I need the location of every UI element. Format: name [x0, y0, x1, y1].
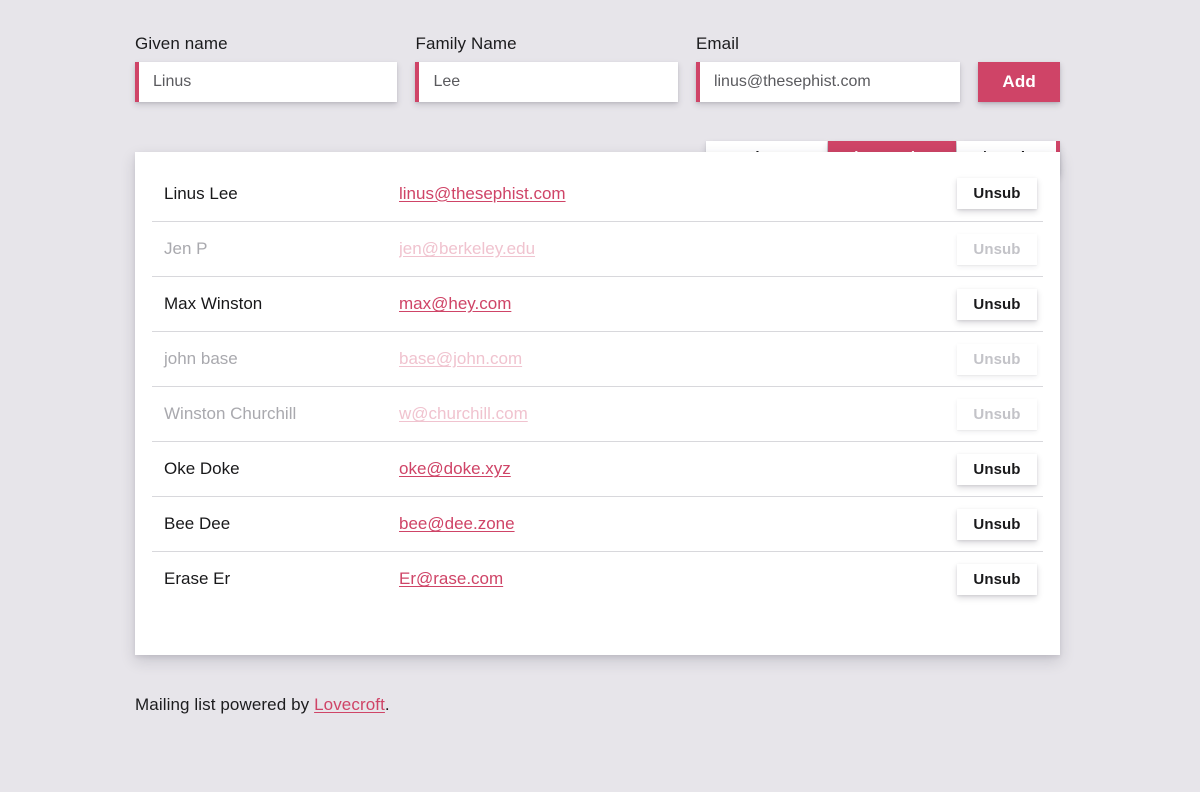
subscriber-email[interactable]: max@hey.com: [399, 294, 957, 314]
subscriber-name: john base: [164, 349, 238, 368]
subscriber-name: Jen P: [164, 239, 208, 258]
table-row: john base base@john.com Unsub: [152, 331, 1043, 386]
subscriber-name: Bee Dee: [164, 514, 231, 533]
lovecroft-link[interactable]: Lovecroft: [314, 695, 385, 714]
unsub-button[interactable]: Unsub: [957, 288, 1037, 320]
add-button[interactable]: Add: [978, 62, 1060, 102]
table-row: Jen P jen@berkeley.edu Unsub: [152, 221, 1043, 276]
unsub-button[interactable]: Unsub: [957, 233, 1037, 265]
subscriber-name: Erase Er: [164, 569, 231, 588]
given-name-label: Given name: [135, 34, 228, 53]
table-row: Linus Lee linus@thesephist.com Unsub: [152, 166, 1043, 221]
footer-prefix: Mailing list powered by: [135, 695, 315, 714]
given-name-field-group: Given name: [135, 34, 398, 102]
given-name-input-wrap[interactable]: [135, 62, 398, 102]
subscriber-email[interactable]: linus@thesephist.com: [399, 184, 957, 204]
add-subscriber-form: Given name Family Name Email Add: [135, 34, 1060, 102]
family-name-field-group: Family Name: [415, 34, 678, 102]
footer-suffix: .: [384, 695, 390, 714]
app-root: Given name Family Name Email Add ← Direc…: [0, 0, 1200, 792]
subscriber-name: Winston Churchill: [164, 404, 297, 423]
table-row: Oke Doke oke@doke.xyz Unsub: [152, 441, 1043, 496]
subscriber-list-card: Linus Lee linus@thesephist.com Unsub Jen…: [135, 152, 1060, 655]
table-row: Winston Churchill w@churchill.com Unsub: [152, 386, 1043, 441]
subscriber-name: Linus Lee: [164, 183, 238, 203]
subscriber-email[interactable]: oke@doke.xyz: [399, 459, 957, 479]
email-label: Email: [695, 34, 739, 53]
family-name-input-wrap[interactable]: [415, 62, 678, 102]
given-name-input[interactable]: [135, 62, 398, 102]
unsub-button[interactable]: Unsub: [957, 343, 1037, 375]
table-row: Erase Er Er@rase.com Unsub: [152, 551, 1043, 606]
email-input[interactable]: [695, 62, 961, 102]
table-row: Bee Dee bee@dee.zone Unsub: [152, 496, 1043, 551]
subscriber-email[interactable]: base@john.com: [399, 349, 957, 369]
subscriber-email[interactable]: bee@dee.zone: [399, 514, 957, 534]
subscriber-name: Oke Doke: [164, 459, 240, 478]
unsub-button[interactable]: Unsub: [957, 508, 1037, 540]
subscriber-email[interactable]: jen@berkeley.edu: [399, 239, 957, 259]
subscriber-name: Max Winston: [164, 294, 263, 313]
subscriber-email[interactable]: Er@rase.com: [399, 569, 957, 589]
email-input-wrap[interactable]: [695, 62, 961, 102]
unsub-button[interactable]: Unsub: [957, 178, 1037, 209]
unsub-button[interactable]: Unsub: [957, 453, 1037, 485]
family-name-label: Family Name: [415, 34, 517, 53]
family-name-input[interactable]: [415, 62, 678, 102]
unsub-button[interactable]: Unsub: [957, 563, 1037, 595]
unsub-button[interactable]: Unsub: [957, 398, 1037, 430]
subscriber-email[interactable]: w@churchill.com: [399, 404, 957, 424]
table-row: Max Winston max@hey.com Unsub: [152, 276, 1043, 331]
footer-credit: Mailing list powered by Lovecroft.: [135, 695, 390, 715]
email-field-group: Email: [695, 34, 961, 102]
